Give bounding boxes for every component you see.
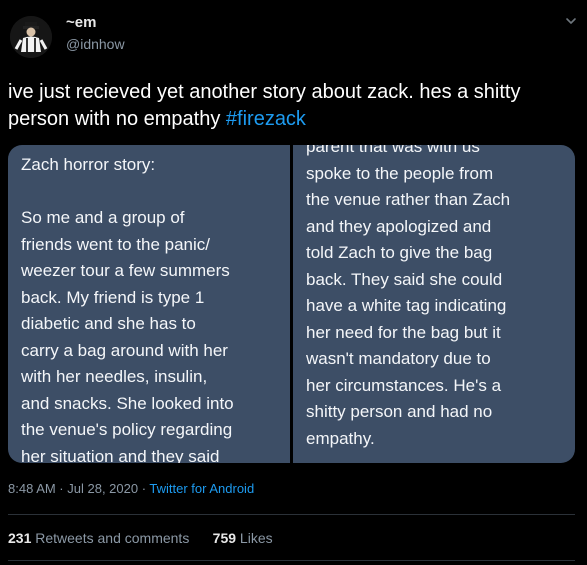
likes-label: Likes bbox=[236, 530, 273, 546]
tweet-timestamp: 8:48 AM · Jul 28, 2020 · Twitter for And… bbox=[8, 481, 254, 496]
divider bbox=[8, 514, 575, 515]
timestamp-text[interactable]: 8:48 AM · Jul 28, 2020 · bbox=[8, 481, 149, 496]
tweet: ~em @idnhow ive just recieved yet anothe… bbox=[0, 0, 587, 565]
avatar[interactable] bbox=[10, 16, 52, 58]
retweets-count: 231 bbox=[8, 530, 32, 546]
source-link[interactable]: Twitter for Android bbox=[149, 481, 254, 496]
retweets-label: Retweets and comments bbox=[31, 530, 190, 546]
tweet-media[interactable]: Zach horror story: So me and a group of … bbox=[8, 145, 575, 463]
likes-stat[interactable]: 759 Likes bbox=[213, 530, 273, 546]
story-text-left: Zach horror story: So me and a group of … bbox=[21, 155, 234, 463]
media-image-right[interactable]: parent that was with us spoke to the peo… bbox=[293, 145, 575, 463]
story-text-right: parent that was with us spoke to the peo… bbox=[306, 145, 511, 448]
avatar-photo-icon bbox=[10, 16, 52, 58]
media-image-left[interactable]: Zach horror story: So me and a group of … bbox=[8, 145, 290, 463]
tweet-text: ive just recieved yet another story abou… bbox=[8, 79, 578, 133]
tweet-stats: 231 Retweets and comments 759 Likes bbox=[8, 530, 273, 546]
hashtag-link[interactable]: #firezack bbox=[226, 108, 306, 130]
chevron-down-icon[interactable] bbox=[564, 14, 578, 28]
user-handle[interactable]: @idnhow bbox=[66, 36, 125, 52]
likes-count: 759 bbox=[212, 530, 237, 546]
retweets-stat[interactable]: 231 Retweets and comments bbox=[8, 530, 189, 546]
display-name[interactable]: ~em bbox=[66, 14, 96, 31]
divider-bottom bbox=[8, 560, 575, 561]
